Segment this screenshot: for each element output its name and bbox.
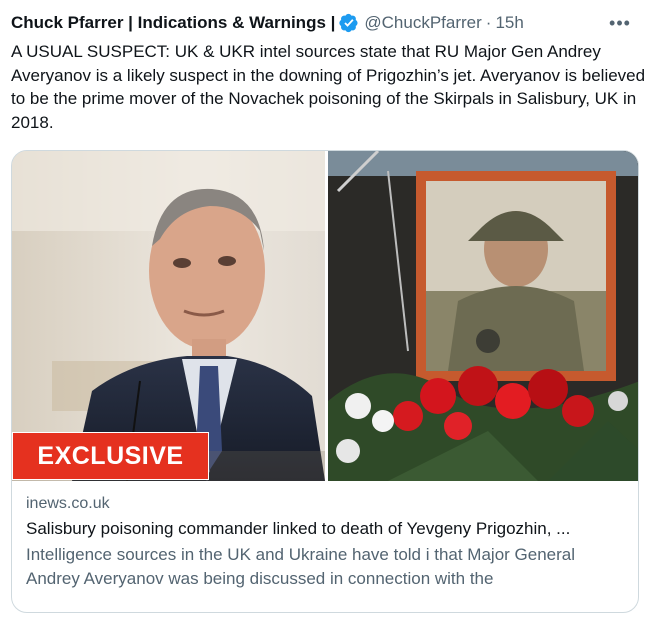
more-options-icon[interactable]: ••• [609, 12, 631, 34]
card-title[interactable]: Salisbury poisoning commander linked to … [26, 515, 626, 543]
author-name[interactable]: Chuck Pfarrer | Indications & Warnings | [11, 13, 335, 33]
exclusive-badge: EXCLUSIVE [12, 432, 209, 480]
card-info[interactable]: inews.co.uk Salisbury poisoning commande… [12, 481, 638, 591]
card-media[interactable]: EXCLUSIVE [12, 151, 638, 481]
photo-man-in-suit: EXCLUSIVE [12, 151, 325, 481]
verified-badge-icon [339, 13, 359, 33]
author-handle[interactable]: @ChuckPfarrer [364, 13, 481, 33]
photo-memorial-portrait [328, 151, 638, 481]
tweet-timestamp[interactable]: 15h [495, 13, 523, 33]
tweet-header: Chuck Pfarrer | Indications & Warnings |… [11, 10, 639, 36]
separator-dot: · [485, 13, 492, 32]
badge-label: EXCLUSIVE [37, 441, 184, 470]
link-preview-card[interactable]: EXCLUSIVE inews.co.uk Salisbury poisonin… [11, 150, 639, 613]
card-description: Intelligence sources in the UK and Ukrai… [26, 545, 576, 588]
tweet[interactable]: Chuck Pfarrer | Indications & Warnings |… [0, 0, 649, 620]
tweet-text: A USUAL SUSPECT: UK & UKR intel sources … [11, 42, 646, 132]
card-domain: inews.co.uk [26, 495, 110, 512]
